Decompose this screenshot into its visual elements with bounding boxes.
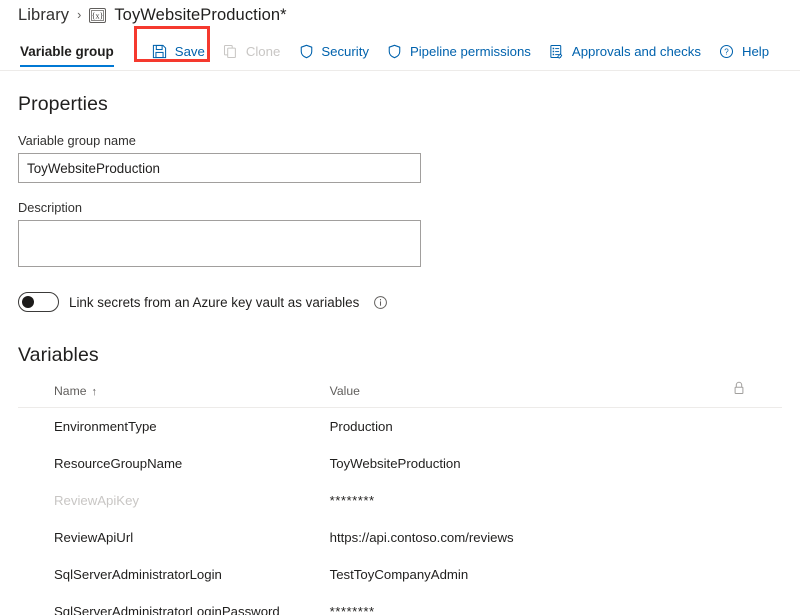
variable-name-cell: ReviewApiUrl xyxy=(54,529,134,545)
toggle-knob xyxy=(22,296,34,308)
variable-group-icon: {x} xyxy=(89,7,107,23)
variables-table-header: Name ↑ Value xyxy=(18,380,782,408)
table-row[interactable]: SqlServerAdministratorLoginPassword ****… xyxy=(18,593,782,615)
security-button[interactable]: Security xyxy=(289,36,378,66)
variable-lock-cell[interactable] xyxy=(732,482,782,519)
variable-name-cell: EnvironmentType xyxy=(54,418,157,434)
variable-group-name-label: Variable group name xyxy=(18,133,136,148)
variable-lock-cell[interactable] xyxy=(732,408,782,445)
clone-button[interactable]: Clone xyxy=(214,36,289,66)
approvals-checklist-icon xyxy=(549,43,565,59)
help-circle-icon: ? xyxy=(719,43,735,59)
variable-value-cell[interactable]: https://api.contoso.com/reviews xyxy=(330,519,732,556)
svg-text:?: ? xyxy=(725,47,730,56)
tab-active-underline xyxy=(20,64,114,67)
description-input[interactable] xyxy=(18,220,421,267)
shield-icon xyxy=(387,43,403,59)
breadcrumb: Library › {x} ToyWebsiteProduction* xyxy=(0,0,800,30)
variable-lock-cell[interactable] xyxy=(732,519,782,556)
save-button-label: Save xyxy=(174,43,205,59)
tab-variable-group-label: Variable group xyxy=(20,43,114,59)
clone-icon xyxy=(223,43,239,59)
variables-header-row: Name ↑ Value xyxy=(18,380,782,408)
toolbar-bottom-rule xyxy=(0,70,800,71)
link-secrets-keyvault-label: Link secrets from an Azure key vault as … xyxy=(69,294,360,310)
table-row[interactable]: ResourceGroupName ToyWebsiteProduction xyxy=(18,445,782,482)
pipeline-permissions-button[interactable]: Pipeline permissions xyxy=(378,36,540,66)
help-button-label: Help xyxy=(741,43,770,59)
variable-name-cell: SqlServerAdministratorLoginPassword xyxy=(54,603,280,615)
variable-value-cell[interactable]: ******** xyxy=(330,482,732,519)
variable-value-cell[interactable]: TestToyCompanyAdmin xyxy=(330,556,732,593)
security-button-label: Security xyxy=(321,43,369,59)
variable-name-cell: ResourceGroupName xyxy=(54,455,183,471)
variable-name-cell: SqlServerAdministratorLogin xyxy=(54,566,222,582)
toolbar: Variable group Save Clone Security Pipel… xyxy=(0,26,800,70)
info-circle-icon[interactable] xyxy=(372,294,388,310)
library-variable-group-page: Library › {x} ToyWebsiteProduction* Vari… xyxy=(0,0,800,615)
variable-name-cell: ReviewApiKey xyxy=(54,492,140,508)
link-secrets-keyvault-toggle[interactable] xyxy=(18,292,59,312)
column-header-name[interactable]: Name ↑ xyxy=(18,380,330,408)
description-label: Description xyxy=(18,200,83,215)
column-header-value-label: Value xyxy=(329,384,360,398)
pipeline-permissions-button-label: Pipeline permissions xyxy=(409,43,531,59)
description-field: Description xyxy=(18,200,782,272)
table-row[interactable]: ReviewApiUrl https://api.contoso.com/rev… xyxy=(18,519,782,556)
variable-group-name-field: Variable group name xyxy=(18,133,782,183)
save-button-wrapper: Save xyxy=(133,26,214,66)
svg-text:{x}: {x} xyxy=(92,11,104,20)
variable-value-cell[interactable]: Production xyxy=(330,408,732,445)
variable-value-cell[interactable]: ToyWebsiteProduction xyxy=(330,445,732,482)
table-row[interactable]: EnvironmentType Production xyxy=(18,408,782,445)
toolbar-divider xyxy=(134,41,136,61)
help-button[interactable]: ? Help xyxy=(710,36,778,66)
variable-lock-cell[interactable] xyxy=(732,593,782,615)
variable-lock-cell[interactable] xyxy=(732,556,782,593)
column-header-value[interactable]: Value xyxy=(329,380,732,408)
clone-button-label: Clone xyxy=(245,43,281,59)
variable-group-name-input[interactable] xyxy=(18,153,421,183)
shield-icon xyxy=(298,43,314,59)
save-button[interactable]: Save xyxy=(143,36,214,66)
variables-heading: Variables xyxy=(18,344,99,366)
variables-table-body: EnvironmentType Production ResourceGroup… xyxy=(18,408,782,615)
breadcrumb-library-link[interactable]: Library xyxy=(18,7,69,24)
column-header-lock xyxy=(731,380,782,408)
variables-table: Name ↑ Value EnvironmentType Production … xyxy=(18,380,782,615)
breadcrumb-separator: › xyxy=(77,7,82,22)
save-icon xyxy=(152,43,168,59)
table-row[interactable]: SqlServerAdministratorLogin TestToyCompa… xyxy=(18,556,782,593)
properties-heading: Properties xyxy=(18,93,108,115)
variable-lock-cell[interactable] xyxy=(732,445,782,482)
breadcrumb-current-item: ToyWebsiteProduction* xyxy=(114,5,287,24)
approvals-and-checks-button-label: Approvals and checks xyxy=(571,43,701,59)
table-row[interactable]: ReviewApiKey ******** xyxy=(18,482,782,519)
sort-ascending-icon: ↑ xyxy=(91,386,98,398)
approvals-and-checks-button[interactable]: Approvals and checks xyxy=(540,36,710,66)
variable-value-cell[interactable]: ******** xyxy=(330,593,732,615)
tab-variable-group[interactable]: Variable group xyxy=(12,32,122,70)
main-content: Properties Variable group name Descripti… xyxy=(0,93,800,615)
lock-icon xyxy=(732,380,746,396)
keyvault-toggle-row: Link secrets from an Azure key vault as … xyxy=(18,292,782,312)
column-header-name-label: Name xyxy=(54,384,87,398)
